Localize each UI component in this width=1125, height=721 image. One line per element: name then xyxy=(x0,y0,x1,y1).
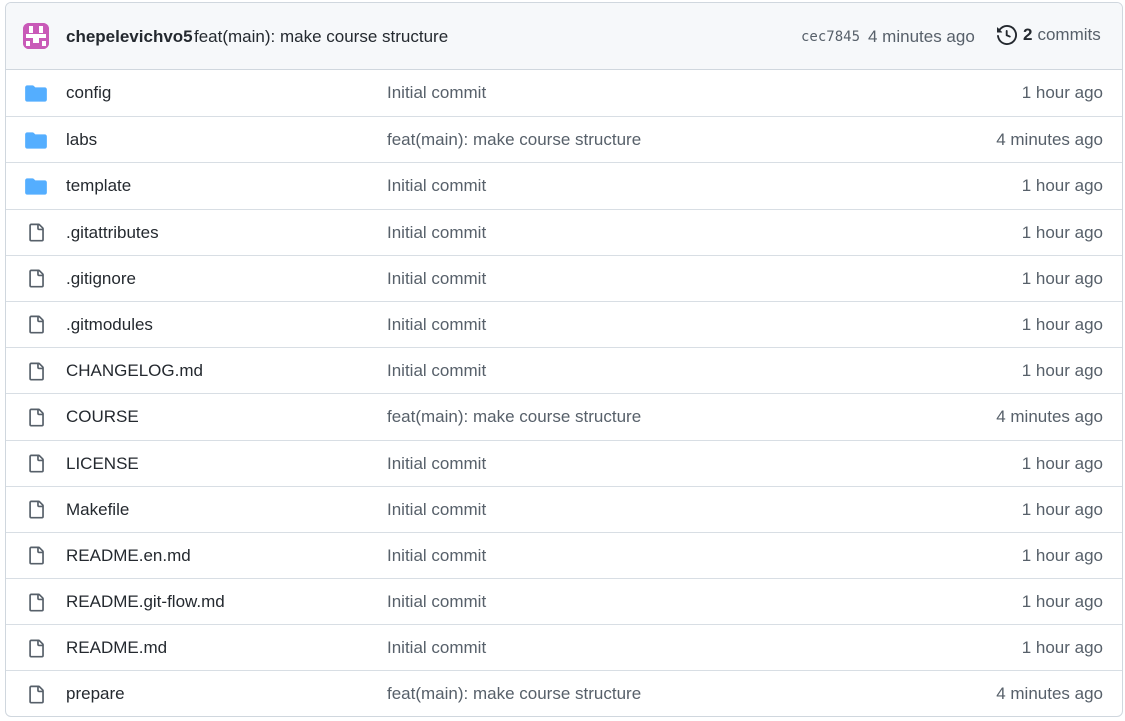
file-row[interactable]: CHANGELOG.md Initial commit 1 hour ago xyxy=(6,347,1122,393)
file-name-link[interactable]: COURSE xyxy=(66,407,139,427)
file-icon xyxy=(25,638,47,658)
commit-message-link[interactable]: feat(main): make course structure xyxy=(194,27,448,47)
commit-time: 1 hour ago xyxy=(1021,361,1103,381)
folder-icon xyxy=(25,130,47,150)
file-icon xyxy=(25,684,47,704)
file-name-link[interactable]: .gitattributes xyxy=(66,223,159,243)
commit-sha-link[interactable]: cec7845 xyxy=(801,29,860,45)
commit-message-link[interactable]: Initial commit xyxy=(387,176,486,196)
commit-count: 2 xyxy=(1023,25,1033,44)
file-icon xyxy=(25,315,47,335)
file-icon xyxy=(25,361,47,381)
commit-time: 1 hour ago xyxy=(1021,499,1103,519)
commit-time: 4 minutes ago xyxy=(996,684,1103,704)
file-row[interactable]: README.en.md Initial commit 1 hour ago xyxy=(6,531,1122,578)
latest-commit-bar: chepelevichvo5 feat(main): make course s… xyxy=(6,3,1122,70)
file-row[interactable]: .gitignore Initial commit 1 hour ago xyxy=(6,254,1122,301)
file-row[interactable]: COURSE feat(main): make course structure 4… xyxy=(6,393,1122,439)
file-icon xyxy=(25,592,47,612)
file-browser: chepelevichvo5 feat(main): make course s… xyxy=(5,2,1123,717)
commit-message-link[interactable]: Initial commit xyxy=(387,361,486,381)
commit-time: 1 hour ago xyxy=(1021,638,1103,658)
file-name-link[interactable]: prepare xyxy=(66,684,125,704)
file-name-link[interactable]: README.md xyxy=(66,638,167,658)
folder-name-link[interactable]: config xyxy=(66,83,111,103)
folder-row[interactable]: labs feat(main): make course structure 4 m… xyxy=(6,116,1122,162)
folder-name-link[interactable]: template xyxy=(66,176,131,196)
history-icon xyxy=(997,25,1017,45)
commit-message-link[interactable]: Initial commit xyxy=(387,546,486,566)
commit-history-link[interactable]: 2 commits xyxy=(997,25,1101,45)
file-row[interactable]: .gitattributes Initial commit 1 hour ago xyxy=(6,208,1122,255)
commit-time: 1 hour ago xyxy=(1021,83,1103,102)
commit-time: 1 hour ago xyxy=(1021,222,1103,242)
file-row[interactable]: prepare feat(main): make course structure… xyxy=(6,670,1122,716)
commit-message-link[interactable]: Initial commit xyxy=(387,269,486,289)
commit-time: 1 hour ago xyxy=(1021,592,1103,612)
commit-message-link[interactable]: feat(main): make course structure xyxy=(387,407,641,427)
commit-time: 1 hour ago xyxy=(1021,176,1103,196)
folder-name-link[interactable]: labs xyxy=(66,130,97,150)
folder-icon xyxy=(25,83,47,103)
commits-label: commits xyxy=(1037,25,1101,44)
file-icon xyxy=(25,546,47,566)
file-icon xyxy=(25,500,47,520)
file-icon xyxy=(25,407,47,427)
commit-message-link[interactable]: feat(main): make course structure xyxy=(387,130,641,150)
commit-message-link[interactable]: feat(main): make course structure xyxy=(387,684,641,704)
commit-time: 4 minutes ago xyxy=(868,27,975,46)
commit-message-link[interactable]: Initial commit xyxy=(387,454,486,474)
commit-time: 1 hour ago xyxy=(1021,268,1103,288)
file-name-link[interactable]: README.git-flow.md xyxy=(66,592,225,612)
avatar[interactable] xyxy=(23,23,49,49)
commit-message-link[interactable]: Initial commit xyxy=(387,638,486,658)
commit-time: 1 hour ago xyxy=(1021,314,1103,334)
file-list: config Initial commit 1 hour ago labs feat(m… xyxy=(6,70,1122,716)
file-icon xyxy=(25,223,47,243)
commit-message-link[interactable]: Initial commit xyxy=(387,223,486,243)
commit-message-link[interactable]: Initial commit xyxy=(387,592,486,612)
commit-time: 4 minutes ago xyxy=(996,407,1103,427)
file-name-link[interactable]: Makefile xyxy=(66,500,129,520)
commit-message-link[interactable]: Initial commit xyxy=(387,315,486,335)
folder-row[interactable]: template Initial commit 1 hour ago xyxy=(6,162,1122,208)
file-row[interactable]: .gitmodules Initial commit 1 hour ago xyxy=(6,300,1122,347)
file-name-link[interactable]: .gitignore xyxy=(66,269,136,289)
file-name-link[interactable]: CHANGELOG.md xyxy=(66,361,203,381)
file-row[interactable]: Makefile Initial commit 1 hour ago xyxy=(6,485,1122,532)
file-name-link[interactable]: README.en.md xyxy=(66,546,191,566)
commit-time: 4 minutes ago xyxy=(996,130,1103,150)
file-icon xyxy=(25,269,47,289)
file-icon xyxy=(25,454,47,474)
file-name-link[interactable]: .gitmodules xyxy=(66,315,153,335)
file-row[interactable]: README.git-flow.md Initial commit 1 hour a… xyxy=(6,578,1122,624)
commit-message-link[interactable]: Initial commit xyxy=(387,500,486,520)
file-name-link[interactable]: LICENSE xyxy=(66,454,139,474)
folder-row[interactable]: config Initial commit 1 hour ago xyxy=(6,70,1122,116)
commit-author-link[interactable]: chepelevichvo5 xyxy=(66,27,193,47)
file-row[interactable]: README.md Initial commit 1 hour ago xyxy=(6,624,1122,670)
folder-icon xyxy=(25,176,47,196)
avatar-identicon-icon xyxy=(23,23,49,49)
commit-time: 1 hour ago xyxy=(1021,453,1103,473)
commit-time: 1 hour ago xyxy=(1021,545,1103,565)
file-row[interactable]: LICENSE Initial commit 1 hour ago xyxy=(6,439,1122,486)
commit-message-link[interactable]: Initial commit xyxy=(387,83,486,103)
